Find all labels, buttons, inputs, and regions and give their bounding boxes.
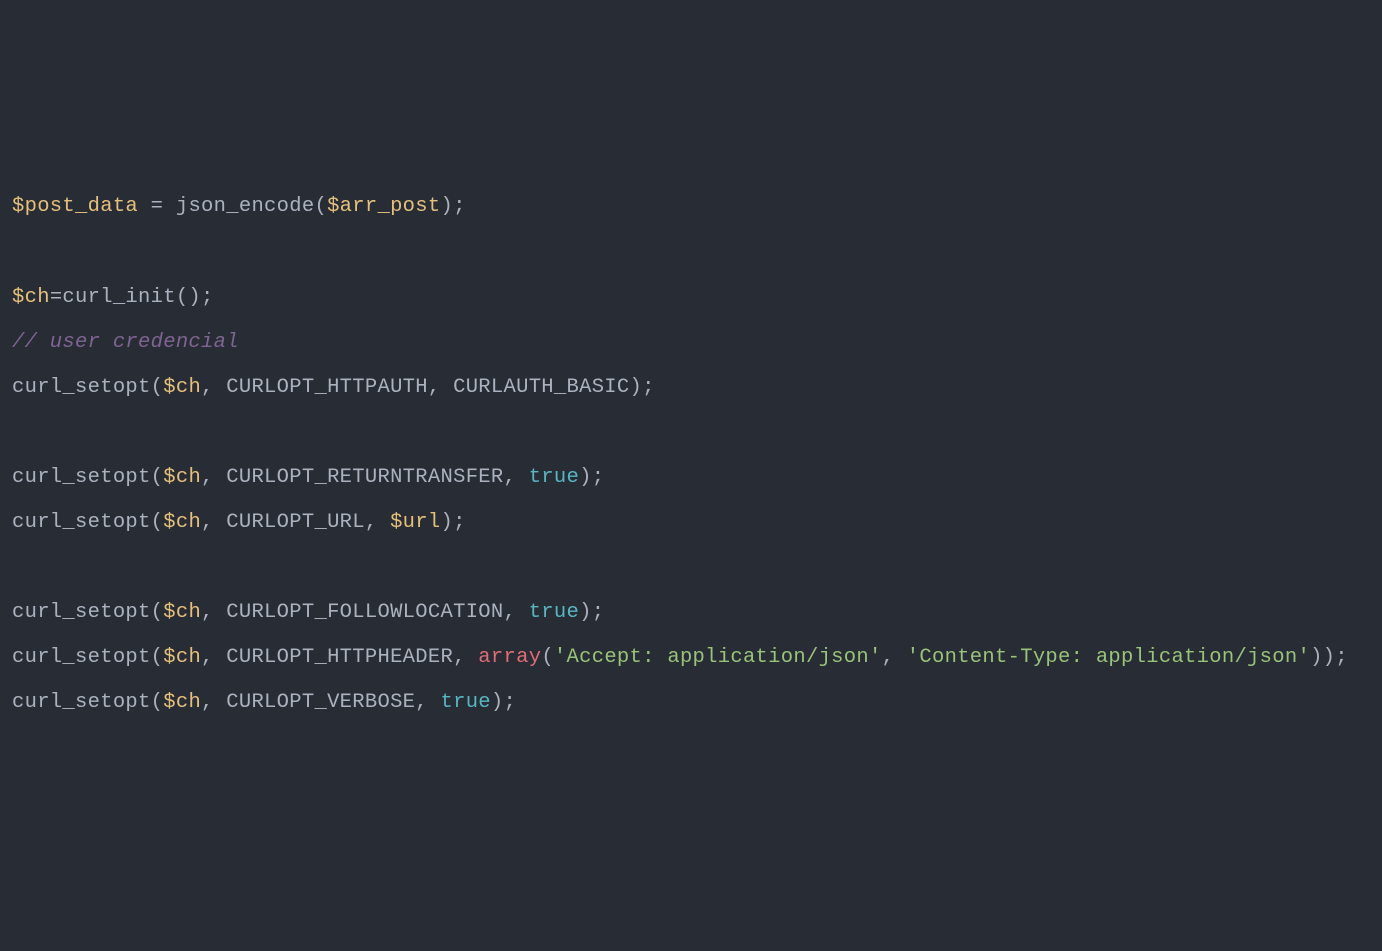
- code-block: $post_data = json_encode($arr_post); $ch…: [12, 184, 1370, 725]
- code-token: = json_encode(: [138, 195, 327, 218]
- code-token: $post_data: [12, 195, 138, 218]
- code-token: $ch: [12, 286, 50, 309]
- code-token: , CURLOPT_HTTPAUTH, CURLAUTH_BASIC);: [201, 376, 655, 399]
- code-token: curl_setopt(: [12, 646, 163, 669]
- code-token: $ch: [163, 466, 201, 489]
- code-token: =curl_init();: [50, 286, 214, 309]
- code-token: curl_setopt(: [12, 511, 163, 534]
- code-token: , CURLOPT_RETURNTRANSFER,: [201, 466, 529, 489]
- code-token: 'Accept: application/json': [554, 646, 882, 669]
- code-token: $arr_post: [327, 195, 440, 218]
- code-token: (: [541, 646, 554, 669]
- code-token: );: [440, 195, 465, 218]
- code-token: curl_setopt(: [12, 466, 163, 489]
- code-token: , CURLOPT_VERBOSE,: [201, 691, 440, 714]
- code-token: true: [529, 466, 579, 489]
- code-token: array: [478, 646, 541, 669]
- code-token: $ch: [163, 376, 201, 399]
- code-token: , CURLOPT_HTTPHEADER,: [201, 646, 478, 669]
- code-token: ,: [882, 646, 907, 669]
- code-token: $ch: [163, 601, 201, 624]
- code-token: );: [579, 466, 604, 489]
- code-token: true: [441, 691, 491, 714]
- code-token: ));: [1310, 646, 1348, 669]
- code-token: $ch: [163, 646, 201, 669]
- code-token: $ch: [163, 511, 201, 534]
- code-token: curl_setopt(: [12, 376, 163, 399]
- code-token: 'Content-Type: application/json': [907, 646, 1310, 669]
- code-token: curl_setopt(: [12, 691, 163, 714]
- code-token: , CURLOPT_URL,: [201, 511, 390, 534]
- code-token: );: [579, 601, 604, 624]
- code-token: , CURLOPT_FOLLOWLOCATION,: [201, 601, 529, 624]
- code-token: );: [441, 511, 466, 534]
- code-token: $ch: [163, 691, 201, 714]
- code-token: true: [529, 601, 579, 624]
- code-token: );: [491, 691, 516, 714]
- code-token: $url: [390, 511, 440, 534]
- code-token: curl_setopt(: [12, 601, 163, 624]
- code-token: // user credencial: [12, 331, 239, 354]
